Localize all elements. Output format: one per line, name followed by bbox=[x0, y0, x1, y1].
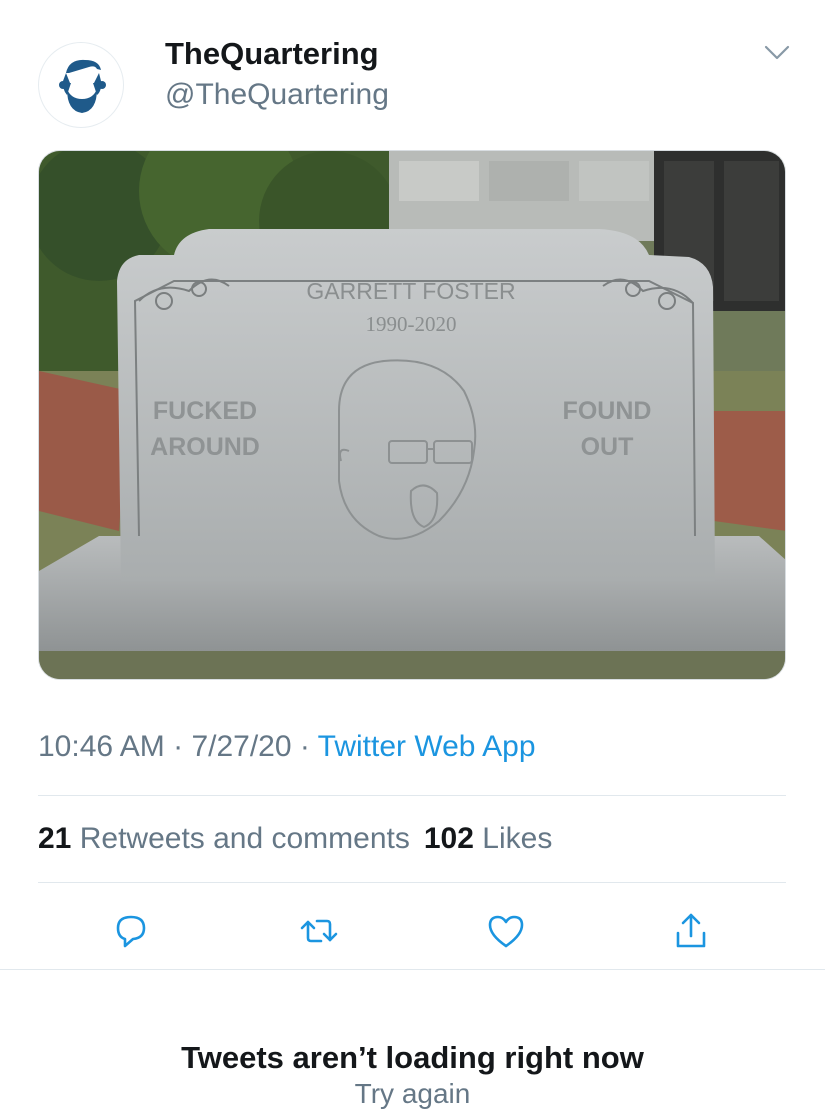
try-again-button[interactable]: Try again bbox=[0, 1078, 825, 1110]
tweet-actions bbox=[0, 900, 825, 962]
likes-stat[interactable]: 102 Likes bbox=[424, 822, 552, 855]
retweet-button[interactable] bbox=[294, 906, 344, 956]
share-icon bbox=[676, 913, 706, 948]
retweets-count: 21 bbox=[38, 822, 72, 855]
meta-separator: · bbox=[291, 730, 318, 763]
divider bbox=[38, 795, 786, 796]
retweet-icon bbox=[300, 919, 338, 943]
tweet-header: TheQuartering @TheQuartering bbox=[0, 0, 825, 150]
tweet-time: 10:46 AM bbox=[38, 730, 165, 763]
headstone-name: GARRETT FOSTER bbox=[306, 278, 515, 304]
avatar[interactable] bbox=[38, 42, 124, 128]
bearded-man-icon bbox=[59, 59, 106, 113]
left-text-line1: FUCKED bbox=[153, 397, 257, 425]
reply-icon bbox=[116, 915, 146, 948]
tweet-source-link[interactable]: Twitter Web App bbox=[318, 730, 536, 763]
tweet-metadata: 10:46 AM · 7/27/20 · Twitter Web App bbox=[38, 730, 536, 764]
share-button[interactable] bbox=[666, 906, 716, 956]
chevron-down-icon[interactable] bbox=[762, 42, 792, 64]
heart-icon bbox=[488, 915, 524, 948]
meta-separator: · bbox=[164, 730, 192, 763]
headstone-photo: GARRETT FOSTER 1990-2020 FUCKED AROUND F… bbox=[39, 151, 785, 679]
right-text-line1: FOUND bbox=[563, 397, 652, 425]
right-text-line2: OUT bbox=[581, 433, 634, 461]
headstone-years: 1990-2020 bbox=[366, 312, 457, 336]
reply-button[interactable] bbox=[106, 906, 156, 956]
divider bbox=[38, 882, 786, 883]
left-text-line2: AROUND bbox=[150, 433, 260, 461]
likes-count: 102 bbox=[423, 822, 474, 855]
tweet-image[interactable]: GARRETT FOSTER 1990-2020 FUCKED AROUND F… bbox=[38, 150, 786, 680]
tweet-stats: 21 Retweets and comments 102 Likes bbox=[38, 822, 552, 856]
user-handle[interactable]: @TheQuartering bbox=[165, 78, 389, 112]
tweet-date[interactable]: 7/27/20 bbox=[191, 730, 291, 763]
error-message: Tweets aren’t loading right now bbox=[181, 1040, 644, 1075]
divider bbox=[0, 969, 825, 970]
retweets-label: Retweets and comments bbox=[79, 822, 410, 855]
display-name[interactable]: TheQuartering bbox=[165, 36, 379, 72]
likes-label: Likes bbox=[482, 822, 553, 855]
like-button[interactable] bbox=[481, 906, 531, 956]
retweets-stat[interactable]: 21 Retweets and comments bbox=[38, 822, 410, 855]
